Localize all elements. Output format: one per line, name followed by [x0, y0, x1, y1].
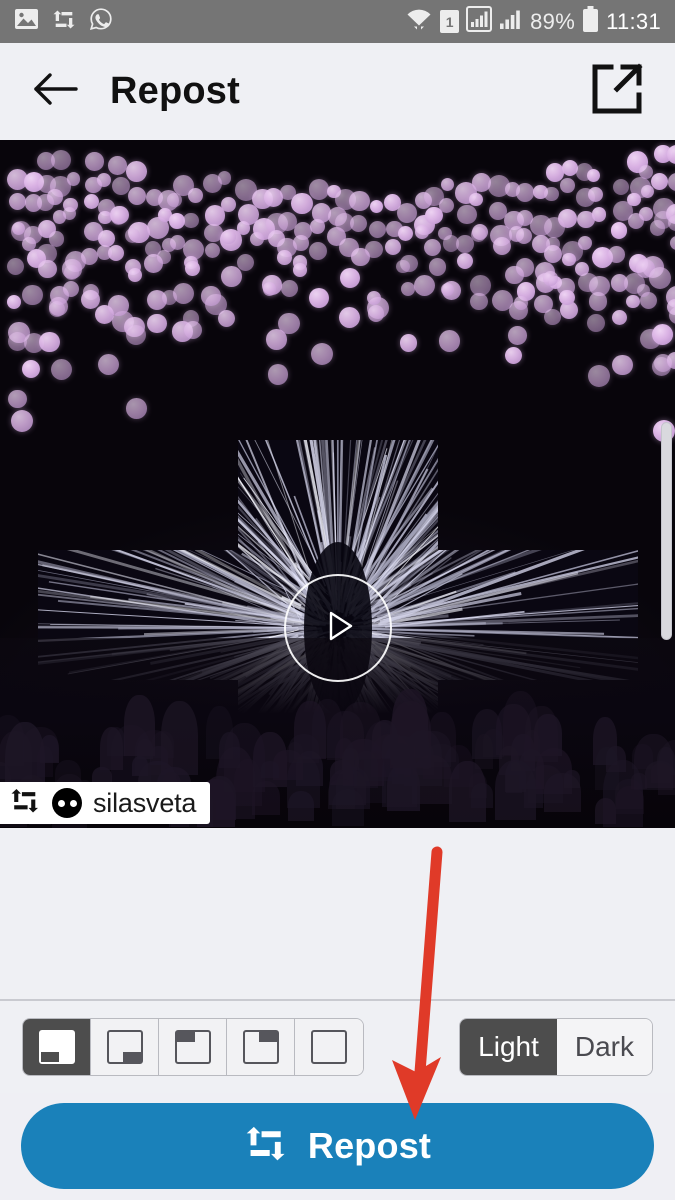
app-screen: 1 89% 11:31 Repost silasveta Light Dark … — [0, 0, 675, 1200]
status-bar-system: 1 89% 11:31 — [405, 5, 661, 38]
status-bar: 1 89% 11:31 — [0, 0, 675, 43]
position-mark — [40, 1052, 59, 1062]
back-arrow-icon — [34, 71, 80, 112]
position-none[interactable] — [295, 1019, 363, 1075]
preview-scrollbar[interactable] — [661, 422, 672, 640]
repost-icon — [10, 787, 40, 820]
status-bar-notifications — [14, 7, 113, 36]
play-icon — [314, 602, 362, 655]
spacer-area — [0, 828, 675, 1000]
position-mark — [176, 1032, 195, 1042]
signal-sim2-icon — [499, 7, 523, 36]
app-header: Repost — [0, 43, 675, 140]
position-glyph — [106, 1030, 143, 1064]
position-mark — [122, 1052, 141, 1062]
watermark-username: silasveta — [93, 787, 197, 818]
image-icon — [14, 8, 39, 35]
avatar-eye-left — [57, 799, 65, 807]
watermark-theme-group: Light Dark — [459, 1018, 653, 1076]
repost-icon — [244, 1124, 288, 1169]
battery-icon — [582, 5, 599, 38]
page-title: Repost — [110, 70, 240, 112]
watermark-position-group — [22, 1018, 364, 1076]
sim-indicator: 1 — [440, 10, 460, 33]
play-button[interactable] — [284, 574, 392, 682]
position-top-right[interactable] — [227, 1019, 295, 1075]
avatar-eye-right — [69, 799, 77, 807]
position-glyph — [311, 1030, 347, 1064]
avatar — [52, 788, 82, 818]
position-mark — [258, 1032, 277, 1042]
position-glyph — [174, 1030, 211, 1064]
battery-percent: 89% — [530, 8, 576, 34]
position-glyph — [38, 1030, 75, 1064]
repost-icon — [52, 8, 76, 36]
theme-dark[interactable]: Dark — [556, 1019, 652, 1075]
media-preview[interactable] — [0, 140, 675, 828]
repost-button-label: Repost — [307, 1125, 432, 1166]
whatsapp-icon — [89, 7, 113, 36]
wifi-icon — [405, 7, 433, 36]
signal-sim1-icon — [466, 6, 493, 37]
share-button[interactable] — [587, 62, 647, 122]
back-button[interactable] — [28, 63, 86, 121]
position-top-left[interactable] — [159, 1019, 227, 1075]
position-bottom-right[interactable] — [91, 1019, 159, 1075]
theme-light[interactable]: Light — [460, 1019, 557, 1075]
watermark-badge: silasveta — [0, 782, 211, 824]
position-bottom-left[interactable] — [23, 1019, 91, 1075]
controls-bar: Light Dark — [0, 1001, 675, 1093]
repost-button[interactable]: Repost — [21, 1103, 654, 1189]
position-glyph — [242, 1030, 279, 1064]
clock: 11:31 — [606, 8, 661, 34]
share-external-icon — [591, 63, 643, 120]
